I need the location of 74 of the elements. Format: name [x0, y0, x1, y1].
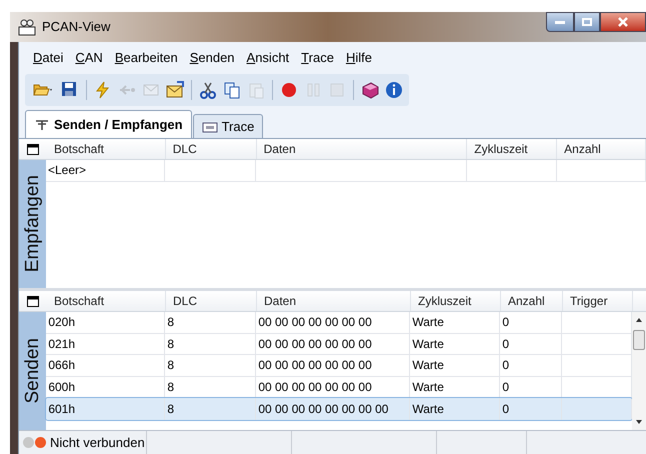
- table-cell-text: 020h: [48, 314, 76, 332]
- table-cell-text: Warte: [412, 314, 444, 332]
- table-cell-text: 00 00 00 00 00 00 00: [258, 378, 372, 396]
- menu-item[interactable]: Ansicht: [242, 46, 294, 70]
- column-header[interactable]: Daten: [257, 291, 411, 311]
- tab[interactable]: Senden / Empfangen: [25, 110, 192, 138]
- status-text: Nicht verbunden: [50, 434, 145, 452]
- table-cell-text: 00 00 00 00 00 00 00: [258, 314, 372, 332]
- menu-item[interactable]: Senden: [186, 46, 239, 70]
- table-cell-text: 600h: [48, 378, 76, 396]
- table-cell-text: Warte: [412, 378, 444, 396]
- lightning-icon[interactable]: [94, 81, 112, 99]
- window-icon: [202, 120, 218, 134]
- menu-item[interactable]: Datei: [29, 46, 68, 70]
- column-header[interactable]: Botschaft: [46, 139, 166, 159]
- table-cell-text: 0: [502, 314, 510, 332]
- table-cell-text: <Leer>: [48, 162, 86, 180]
- column-header[interactable]: DLC: [166, 291, 257, 311]
- column-header[interactable]: Zykluszeit: [467, 139, 558, 159]
- menu-item[interactable]: Bearbeiten: [110, 46, 182, 70]
- menu-item[interactable]: CAN: [71, 46, 107, 70]
- table-cell-text: Warte: [412, 400, 444, 418]
- tab[interactable]: Trace: [192, 114, 264, 138]
- window-title: PCAN-View: [42, 18, 110, 36]
- table-cell-text: 8: [167, 314, 174, 332]
- scrollbar[interactable]: [632, 312, 646, 430]
- copy-icon[interactable]: [223, 81, 241, 99]
- table-row[interactable]: 021h 8 00 00 00 00 00 00 00 Warte 0: [46, 334, 632, 355]
- app-icon: [18, 18, 36, 36]
- table-row[interactable]: 020h 8 00 00 00 00 00 00 00 Warte 0: [46, 312, 632, 334]
- scroll-thumb[interactable]: [633, 330, 646, 350]
- table-cell-text: 00 00 00 00 00 00 00 00: [258, 400, 388, 418]
- table-cell-text: Warte: [412, 336, 444, 353]
- table-row[interactable]: 601h 8 00 00 00 00 00 00 00 00 Warte 0: [46, 398, 632, 420]
- window-icon[interactable]: [27, 296, 39, 306]
- table-row[interactable]: <Leer>: [46, 160, 646, 182]
- table-cell-text: Warte: [412, 357, 444, 374]
- column-header[interactable]: Trigger: [563, 291, 633, 311]
- table-cell-text: 0: [502, 357, 510, 374]
- close-button[interactable]: [600, 12, 646, 32]
- table-cell-text: 8: [167, 378, 174, 396]
- minimize-button[interactable]: [546, 12, 574, 32]
- table-cell-text: 00 00 00 00 00 00 00: [258, 357, 372, 374]
- table-cell-text: 8: [167, 336, 174, 353]
- pane-label: Empfangen: [23, 175, 42, 273]
- scissors-icon[interactable]: [199, 81, 217, 99]
- column-header[interactable]: DLC: [166, 139, 257, 159]
- column-header[interactable]: Anzahl: [557, 139, 646, 159]
- column-header[interactable]: Anzahl: [501, 291, 563, 311]
- table-cell-text: 0: [502, 378, 510, 396]
- table-cell-text: 0: [502, 400, 510, 418]
- menu-item[interactable]: Hilfe: [342, 46, 376, 70]
- envelope-icon[interactable]: [166, 81, 184, 99]
- table-cell-text: 021h: [48, 336, 76, 353]
- column-header[interactable]: Botschaft: [47, 291, 166, 311]
- table-cell-text: 0: [502, 336, 510, 353]
- pane-label: Senden: [23, 338, 42, 404]
- column-header[interactable]: Zykluszeit: [411, 291, 501, 311]
- column-header[interactable]: Daten: [256, 139, 468, 159]
- menu-item[interactable]: Trace: [297, 46, 338, 70]
- table-cell-text: 8: [167, 357, 174, 374]
- scroll-down-icon[interactable]: [635, 418, 644, 426]
- info-icon[interactable]: [385, 81, 403, 99]
- table-cell-text: 8: [167, 400, 174, 418]
- antenna-icon: [34, 118, 50, 132]
- table-cell-text: 00 00 00 00 00 00 00: [258, 336, 372, 353]
- table-row[interactable]: 066h 8 00 00 00 00 00 00 00 Warte 0: [46, 355, 632, 376]
- record-icon[interactable]: [280, 81, 298, 99]
- maximize-button[interactable]: [574, 12, 600, 32]
- close-icon: [618, 17, 628, 27]
- table-cell-text: 066h: [48, 357, 76, 374]
- window-icon[interactable]: [26, 144, 39, 154]
- table-cell-text: 601h: [48, 400, 76, 418]
- scroll-up-icon[interactable]: [635, 316, 644, 324]
